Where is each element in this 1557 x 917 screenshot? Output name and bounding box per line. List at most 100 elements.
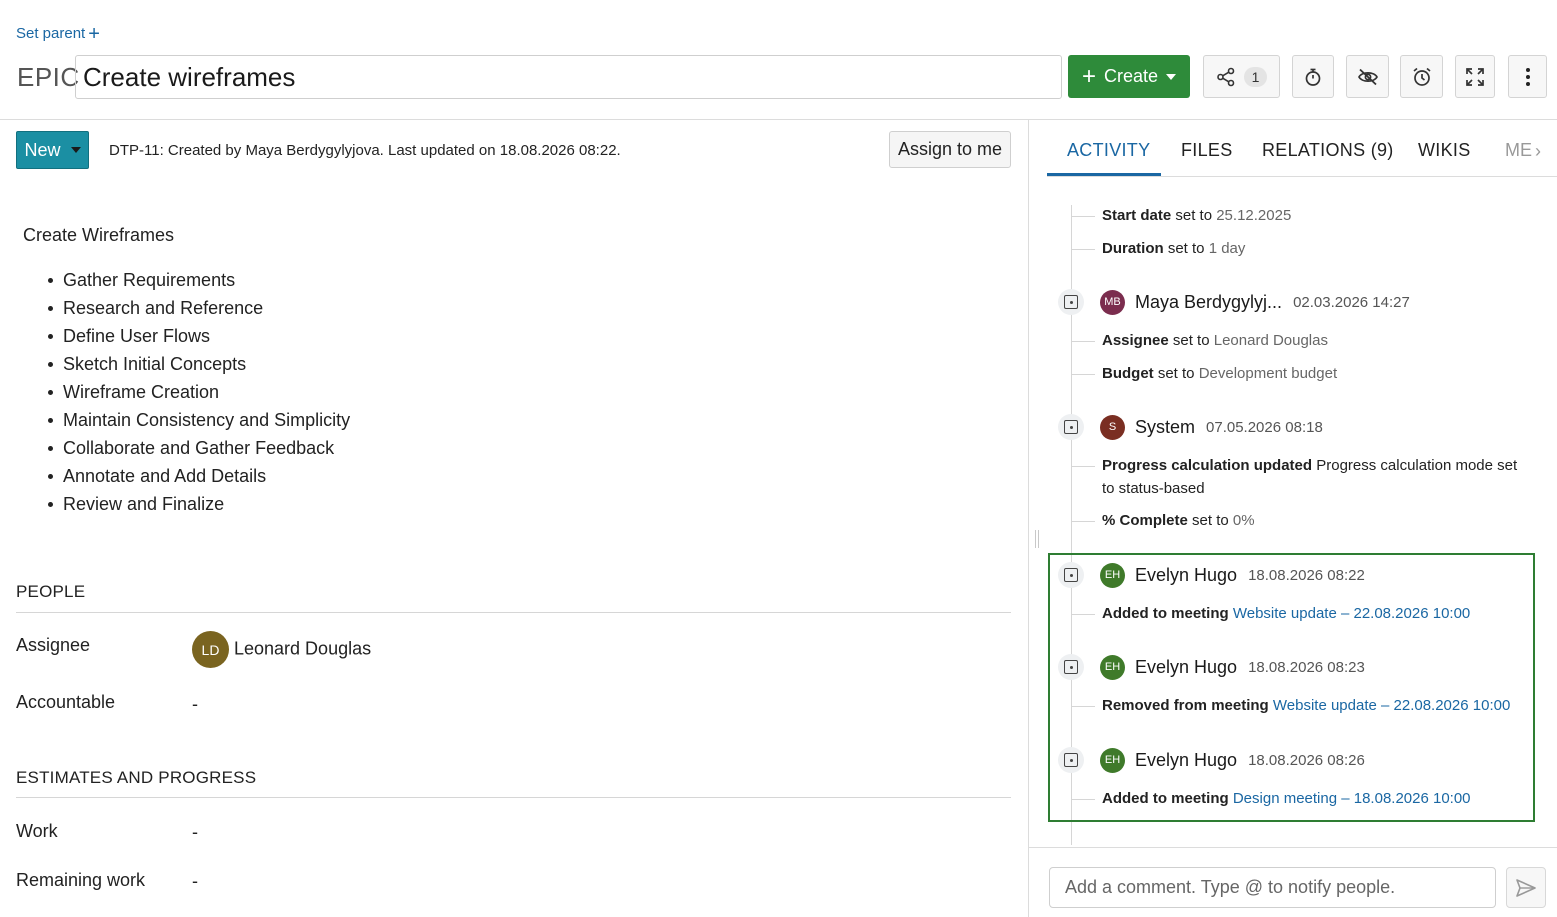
activity-detail: Progress calculation updated Progress ca… xyxy=(1102,457,1518,497)
create-button[interactable]: + Create xyxy=(1068,55,1190,98)
activity-time[interactable]: 18.08.2026 08:26 xyxy=(1248,752,1365,769)
description-heading: Create Wireframes xyxy=(23,225,175,245)
work-package-meta: DTP-11: Created by Maya Berdygylyjova. L… xyxy=(109,142,621,159)
eye-slash-icon xyxy=(1357,68,1378,85)
avatar: EH xyxy=(1100,562,1125,588)
alarm-clock-icon xyxy=(1412,67,1431,86)
description-item: Maintain Consistency and Simplicity xyxy=(47,407,350,435)
status-dropdown[interactable]: New xyxy=(16,131,89,169)
activity-icon xyxy=(1058,747,1084,773)
activity-icon xyxy=(1058,289,1084,315)
timeline-tick xyxy=(1071,799,1095,800)
activity-user[interactable]: Maya Berdygylyj... xyxy=(1135,292,1282,313)
activity-time[interactable]: 07.05.2026 08:18 xyxy=(1206,419,1323,436)
timeline-tick xyxy=(1071,521,1095,522)
activity-detail: Assignee set to Leonard Douglas xyxy=(1102,332,1328,349)
description-list: Gather Requirements Research and Referen… xyxy=(47,267,350,519)
share-count-badge: 1 xyxy=(1243,66,1268,87)
activity-detail: Duration set to 1 day xyxy=(1102,240,1246,257)
create-label: Create xyxy=(1103,66,1159,86)
timeline-tick xyxy=(1071,614,1095,615)
activity-event: S System 07.05.2026 08:18 xyxy=(1058,412,1323,442)
activity-user[interactable]: Evelyn Hugo xyxy=(1135,750,1237,771)
activity-event: EH Evelyn Hugo 18.08.2026 08:22 xyxy=(1058,560,1365,590)
avatar: LD xyxy=(192,631,229,668)
section-divider xyxy=(16,797,1011,798)
meeting-link[interactable]: Website update – 22.08.2026 10:00 xyxy=(1233,605,1470,622)
tab-meetings[interactable]: ME xyxy=(1505,140,1532,161)
resize-handle[interactable] xyxy=(1035,530,1039,548)
comment-input[interactable]: Add a comment. Type @ to notify people. xyxy=(1049,867,1496,908)
caret-down-icon xyxy=(1166,73,1177,80)
description-item: Gather Requirements xyxy=(47,267,350,295)
tab-wikis[interactable]: WIKIS xyxy=(1418,140,1471,161)
activity-time[interactable]: 18.08.2026 08:22 xyxy=(1248,567,1365,584)
plus-icon: + xyxy=(1081,62,1096,90)
description-item: Annotate and Add Details xyxy=(47,463,350,491)
fullscreen-button[interactable] xyxy=(1455,55,1495,98)
activity-user[interactable]: System xyxy=(1135,417,1195,438)
activity-user[interactable]: Evelyn Hugo xyxy=(1135,657,1237,678)
timeline-tick xyxy=(1071,466,1095,467)
activity-icon xyxy=(1058,562,1084,588)
description-item: Sketch Initial Concepts xyxy=(47,351,350,379)
activity-event: EH Evelyn Hugo 18.08.2026 08:23 xyxy=(1058,652,1365,682)
expand-icon xyxy=(1466,67,1484,86)
assignee-value[interactable]: LD Leonard Douglas xyxy=(192,631,371,668)
assignee-label: Assignee xyxy=(16,635,91,655)
tab-bar: ACTIVITY FILES RELATIONS (9) WIKIS ME › xyxy=(1047,120,1557,177)
plus-icon: + xyxy=(88,22,100,45)
activity-event: MB Maya Berdygylyj... 02.03.2026 14:27 xyxy=(1058,287,1410,317)
timeline-tick xyxy=(1071,249,1095,250)
work-value[interactable]: - xyxy=(192,822,198,843)
activity-detail: Start date set to 25.12.2025 xyxy=(1102,207,1292,224)
work-label: Work xyxy=(16,821,58,841)
time-tracking-button[interactable] xyxy=(1292,55,1334,98)
description-item: Define User Flows xyxy=(47,323,350,351)
timeline-tick xyxy=(1071,374,1095,375)
subject-input[interactable]: Create wireframes xyxy=(75,55,1062,99)
section-divider xyxy=(16,612,1011,613)
assign-to-me-button[interactable]: Assign to me xyxy=(889,131,1011,168)
tab-activity[interactable]: ACTIVITY xyxy=(1067,140,1150,161)
chevron-right-icon[interactable]: › xyxy=(1535,141,1541,162)
caret-down-icon xyxy=(70,147,81,153)
send-comment-button[interactable] xyxy=(1506,867,1546,908)
send-icon xyxy=(1516,878,1536,897)
meeting-link[interactable]: Design meeting – 18.08.2026 10:00 xyxy=(1233,790,1471,807)
timeline-tick xyxy=(1071,706,1095,707)
activity-icon xyxy=(1058,654,1084,680)
tab-relations[interactable]: RELATIONS (9) xyxy=(1262,140,1394,161)
activity-detail: % Complete set to 0% xyxy=(1102,512,1255,529)
tab-files[interactable]: FILES xyxy=(1181,140,1233,161)
activity-event: EH Evelyn Hugo 18.08.2026 08:26 xyxy=(1058,745,1365,775)
remaining-work-value[interactable]: - xyxy=(192,871,198,892)
description-item: Collaborate and Gather Feedback xyxy=(47,435,350,463)
activity-time[interactable]: 02.03.2026 14:27 xyxy=(1293,294,1410,311)
kebab-menu-icon xyxy=(1525,67,1530,86)
description-item: Research and Reference xyxy=(47,295,350,323)
description-item: Review and Finalize xyxy=(47,491,350,519)
unwatch-button[interactable] xyxy=(1346,55,1389,98)
remaining-work-label: Remaining work xyxy=(16,870,146,890)
reminder-button[interactable] xyxy=(1400,55,1443,98)
set-parent-label[interactable]: Set parent xyxy=(16,25,85,42)
description-item: Wireframe Creation xyxy=(47,379,350,407)
avatar: MB xyxy=(1100,289,1125,315)
more-actions-button[interactable] xyxy=(1508,55,1547,98)
accountable-label: Accountable xyxy=(16,692,116,712)
meeting-link[interactable]: Website update – 22.08.2026 10:00 xyxy=(1273,697,1510,714)
activity-detail: Added to meeting Design meeting – 18.08.… xyxy=(1102,790,1471,807)
activity-detail: Added to meeting Website update – 22.08.… xyxy=(1102,605,1471,622)
activity-time[interactable]: 18.08.2026 08:23 xyxy=(1248,659,1365,676)
avatar: S xyxy=(1100,414,1125,440)
set-parent-link[interactable]: Set parent + xyxy=(16,22,100,45)
share-icon xyxy=(1216,67,1234,86)
avatar: EH xyxy=(1100,747,1125,773)
share-button[interactable]: 1 xyxy=(1203,55,1280,98)
accountable-value[interactable]: - xyxy=(192,694,198,715)
people-section-title: PEOPLE xyxy=(16,582,86,601)
avatar: EH xyxy=(1100,654,1125,680)
activity-icon xyxy=(1058,414,1084,440)
activity-user[interactable]: Evelyn Hugo xyxy=(1135,565,1237,586)
